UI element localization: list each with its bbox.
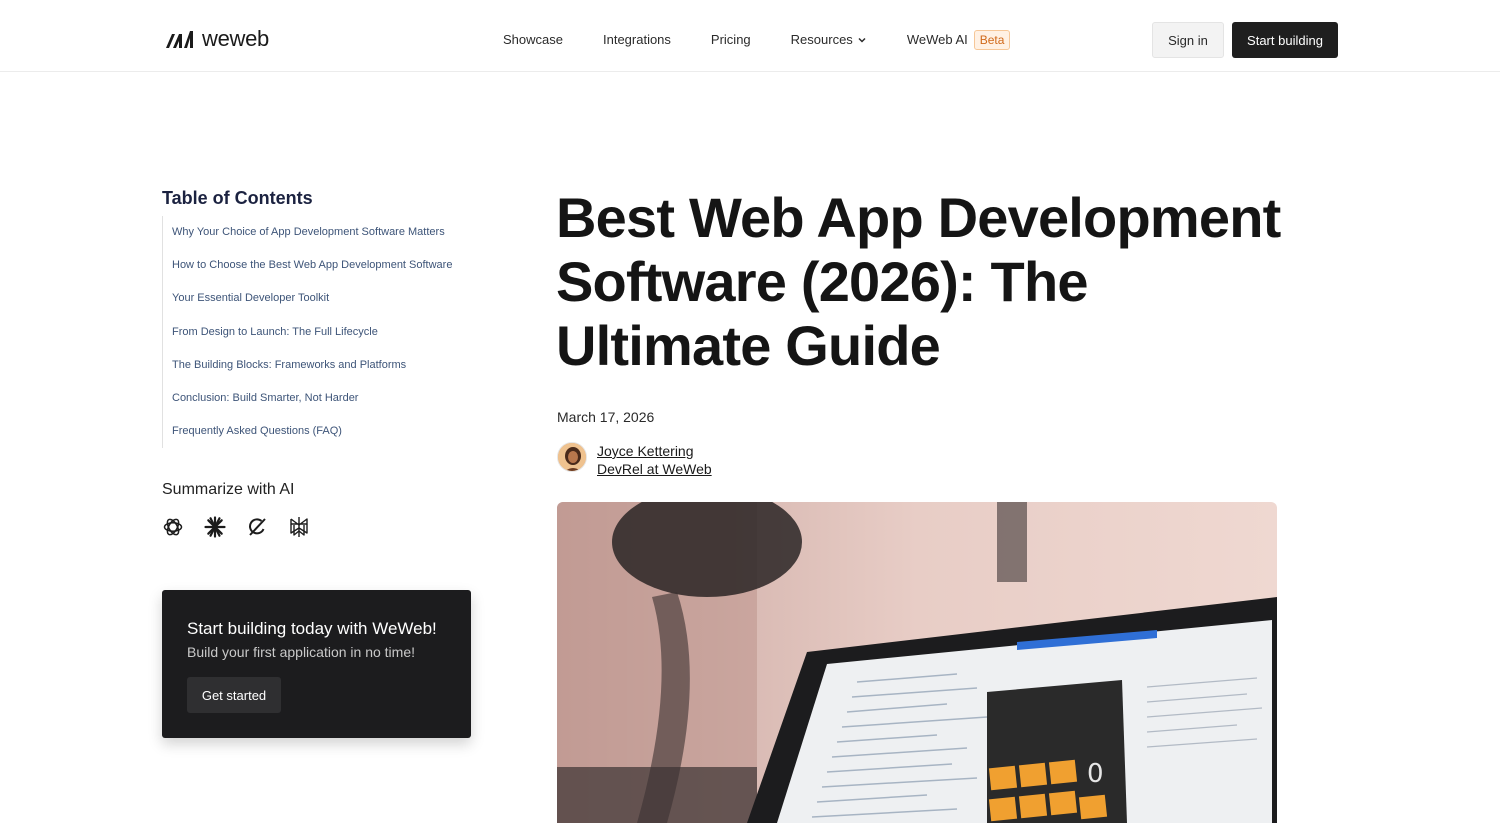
- nav-resources-label: Resources: [790, 32, 853, 47]
- weweb-logo-icon: [166, 31, 193, 48]
- publish-date: March 17, 2026: [557, 409, 655, 425]
- toc-item[interactable]: Frequently Asked Questions (FAQ): [163, 415, 482, 448]
- svg-text:0: 0: [1087, 759, 1104, 789]
- nav-showcase[interactable]: Showcase: [503, 30, 563, 50]
- beta-badge: Beta: [973, 30, 1011, 50]
- logo-text: weweb: [202, 26, 269, 51]
- toc-item[interactable]: Why Your Choice of App Development Softw…: [163, 216, 482, 249]
- promo-card: Start building today with WeWeb! Build y…: [162, 590, 471, 738]
- toc-item[interactable]: Your Essential Developer Toolkit: [163, 282, 482, 315]
- ai-icons: [162, 516, 310, 538]
- laptop-photo: 0: [557, 502, 1277, 823]
- toc-item[interactable]: Conclusion: Build Smarter, Not Harder: [163, 382, 482, 415]
- nav-weweb-ai[interactable]: WeWeb AI Beta: [907, 30, 1011, 50]
- nav-pricing[interactable]: Pricing: [711, 30, 751, 50]
- sign-in-button[interactable]: Sign in: [1152, 22, 1224, 58]
- toc-item[interactable]: How to Choose the Best Web App Developme…: [163, 249, 482, 282]
- author-role[interactable]: DevRel at WeWeb: [597, 460, 712, 478]
- nav-resources[interactable]: Resources: [791, 30, 867, 50]
- nav-integrations[interactable]: Integrations: [603, 30, 671, 50]
- perplexity-icon[interactable]: [288, 516, 310, 538]
- toc-title: Table of Contents: [162, 188, 313, 208]
- summarize-with-ai-title: Summarize with AI: [162, 481, 295, 498]
- nav-weweb-ai-label: WeWeb AI: [906, 32, 968, 47]
- article-title: Best Web App Development Software (2026)…: [556, 186, 1281, 377]
- weweb-logo[interactable]: weweb: [164, 27, 269, 51]
- toc-list: Why Your Choice of App Development Softw…: [162, 216, 482, 449]
- author-avatar: [557, 442, 587, 472]
- hero-image: 0: [557, 502, 1277, 823]
- grok-icon[interactable]: [246, 516, 268, 538]
- start-building-button[interactable]: Start building: [1232, 22, 1338, 58]
- toc-item[interactable]: From Design to Launch: The Full Lifecycl…: [163, 316, 482, 349]
- main-nav: Showcase Integrations Pricing Resources …: [503, 30, 1011, 50]
- avatar-image: [558, 443, 586, 471]
- claude-icon[interactable]: [204, 516, 226, 538]
- promo-subtitle: Build your first application in no time!: [187, 644, 415, 660]
- site-header: weweb Showcase Integrations Pricing Reso…: [0, 0, 1500, 72]
- chevron-down-icon: [858, 37, 866, 43]
- toc-item[interactable]: The Building Blocks: Frameworks and Plat…: [163, 349, 482, 382]
- promo-title: Start building today with WeWeb!: [187, 619, 437, 638]
- get-started-button[interactable]: Get started: [187, 677, 281, 713]
- chatgpt-icon[interactable]: [162, 516, 184, 538]
- author-name[interactable]: Joyce Kettering: [597, 442, 694, 460]
